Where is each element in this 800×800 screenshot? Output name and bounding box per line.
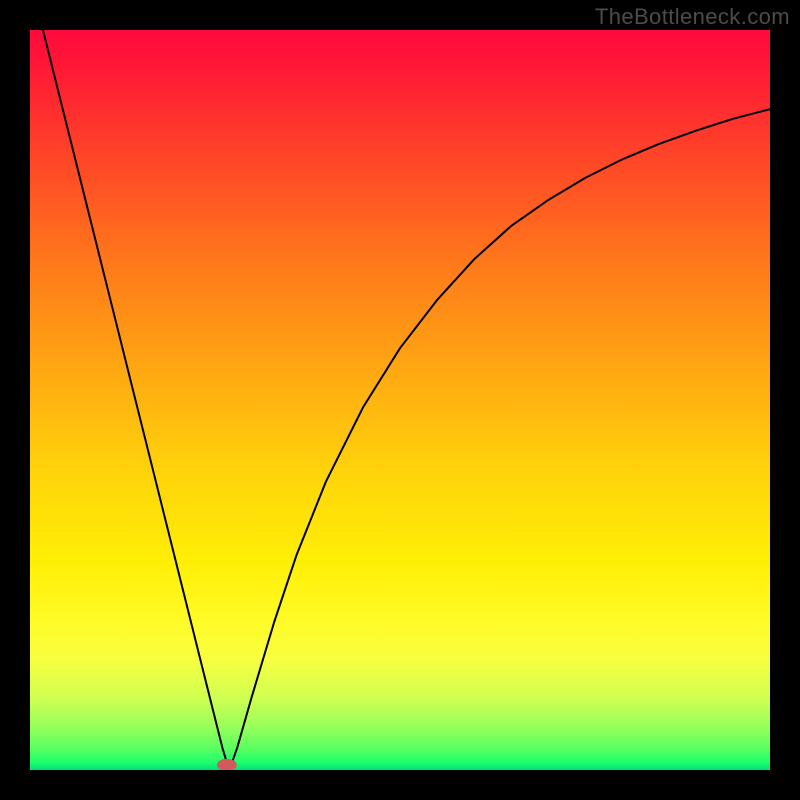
curve-svg <box>30 30 770 770</box>
bottleneck-curve <box>30 30 770 763</box>
optimal-marker <box>217 759 237 770</box>
attribution-label: TheBottleneck.com <box>595 4 790 30</box>
plot-area <box>30 30 770 770</box>
chart-frame: TheBottleneck.com <box>0 0 800 800</box>
